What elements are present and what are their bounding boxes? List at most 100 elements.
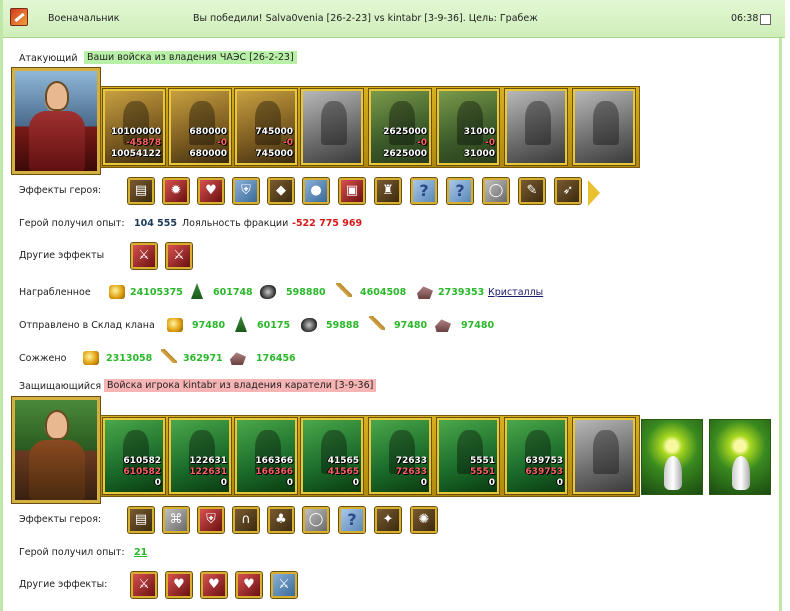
- fire-icon[interactable]: ✹: [162, 177, 190, 205]
- wood-icon: [235, 316, 247, 332]
- defender-tag: Войска игрока kintabr из владения карате…: [104, 379, 377, 392]
- attacker-army: 10100000 -45878 10054122 680000 -0 68000…: [100, 86, 640, 168]
- looted-wheat: 4604508: [360, 287, 407, 298]
- defender-other-label: Другие эффекты:: [19, 579, 108, 590]
- sent-gold: 97480: [192, 320, 226, 331]
- looted-crystal: 2739353: [438, 287, 485, 298]
- loyalty-label: Лояльность фракции: [182, 218, 289, 229]
- looted-label: Награбленное: [19, 287, 91, 298]
- battle-report-window: Военачальник Вы победили! Salva0venia [2…: [0, 0, 785, 611]
- helmet-icon[interactable]: ⌘: [162, 506, 190, 534]
- ring-icon[interactable]: ◯: [302, 506, 330, 534]
- sword-icon[interactable]: ⚔: [130, 571, 158, 599]
- sword-icon[interactable]: ⚔: [270, 571, 298, 599]
- mace-icon[interactable]: ✦: [374, 506, 402, 534]
- attacker-xp-label: Герой получил опыт:: [19, 218, 125, 229]
- crystals-link[interactable]: Кристаллы: [488, 287, 543, 298]
- defender-label: Защищающийся: [19, 381, 102, 392]
- wheat-icon: [161, 349, 177, 363]
- select-checkbox[interactable]: [760, 14, 771, 25]
- looted-ore: 598880: [286, 287, 326, 298]
- wheat-icon: [369, 316, 385, 330]
- scroll-icon[interactable]: ✎: [518, 177, 546, 205]
- heart-icon[interactable]: ♥: [165, 571, 193, 599]
- defender-troop-8[interactable]: [572, 417, 636, 495]
- sent-wood: 60175: [257, 320, 291, 331]
- question-icon[interactable]: ?: [410, 177, 438, 205]
- attacker-label: Атакующий: [19, 53, 78, 64]
- sword-icon[interactable]: ⚔: [165, 242, 193, 270]
- defender-troop-7[interactable]: 639753 639753 0: [504, 417, 568, 495]
- defender-army: 610582 610582 0 122631 122631 0 166366 1…: [100, 415, 640, 497]
- heart-icon[interactable]: ♥: [235, 571, 263, 599]
- lantern-icon[interactable]: ▣: [338, 177, 366, 205]
- attacker-troop-1[interactable]: 10100000 -45878 10054122: [102, 88, 166, 166]
- gem-icon[interactable]: ◆: [267, 177, 295, 205]
- looted-gold: 24105375: [130, 287, 183, 298]
- defender-effects-label: Эффекты героя:: [19, 514, 102, 525]
- battle-time: 06:38: [731, 13, 759, 24]
- attacker-effects-label: Эффекты героя:: [19, 185, 102, 196]
- sword-icon[interactable]: ⚔: [130, 242, 158, 270]
- attacker-troop-4[interactable]: [300, 88, 364, 166]
- wood-icon: [191, 283, 203, 299]
- ore-icon: [260, 285, 276, 299]
- defender-troop-2[interactable]: 122631 122631 0: [168, 417, 232, 495]
- attacker-troop-6[interactable]: 31000 -0 31000: [436, 88, 500, 166]
- book-icon[interactable]: ▤: [127, 506, 155, 534]
- gold-icon: [83, 351, 99, 365]
- question-icon[interactable]: ?: [446, 177, 474, 205]
- battle-summary: Вы победили! Salva0venia [26-2-23] vs ki…: [193, 13, 538, 24]
- ore-icon: [301, 318, 317, 332]
- ring-icon[interactable]: ◯: [482, 177, 510, 205]
- defender-xp-value: 21: [134, 547, 148, 558]
- armor-icon[interactable]: ♜: [374, 177, 402, 205]
- defense-tower-1[interactable]: [641, 419, 703, 495]
- crystal-icon: [435, 319, 451, 332]
- defender-troop-6[interactable]: 5551 5551 0: [436, 417, 500, 495]
- heart-icon[interactable]: ♥: [200, 571, 228, 599]
- heart-icon[interactable]: ♥: [197, 177, 225, 205]
- armor-icon[interactable]: ♣: [267, 506, 295, 534]
- defender-troop-3[interactable]: 166366 166366 0: [234, 417, 298, 495]
- book-icon[interactable]: ▤: [127, 177, 155, 205]
- crystal-icon: [417, 286, 433, 299]
- burned-crystal: 176456: [256, 353, 296, 364]
- boots-icon[interactable]: ∩: [232, 506, 260, 534]
- attacker-troop-5[interactable]: 2625000 -0 2625000: [368, 88, 432, 166]
- attacker-other-label: Другие эффекты: [19, 250, 105, 261]
- attacker-xp-value: 104 555: [134, 218, 177, 229]
- defender-troop-5[interactable]: 72633 72633 0: [368, 417, 432, 495]
- attacker-troop-8[interactable]: [572, 88, 636, 166]
- burned-wheat: 362971: [183, 353, 223, 364]
- sent-ore: 59888: [326, 320, 360, 331]
- defender-xp-label: Герой получил опыт:: [19, 547, 125, 558]
- amulet-icon[interactable]: ✺: [410, 506, 438, 534]
- attacker-troop-3[interactable]: 745000 -0 745000: [234, 88, 298, 166]
- attacker-troop-2[interactable]: 680000 -0 680000: [168, 88, 232, 166]
- crystal-icon: [230, 352, 246, 365]
- defender-hero-portrait[interactable]: [11, 396, 101, 504]
- report-type: Военачальник: [48, 13, 120, 24]
- question-icon[interactable]: ?: [338, 506, 366, 534]
- orb-icon[interactable]: ●: [302, 177, 330, 205]
- looted-wood: 601748: [213, 287, 253, 298]
- shield-icon[interactable]: ⛨: [197, 506, 225, 534]
- shield-icon[interactable]: ⛨: [232, 177, 260, 205]
- effects-next-arrow-icon[interactable]: [588, 180, 600, 206]
- attacker-troop-7[interactable]: [504, 88, 568, 166]
- defender-troop-4[interactable]: 41565 41565 0: [300, 417, 364, 495]
- battle-icon: [10, 8, 28, 26]
- gold-icon: [109, 285, 125, 299]
- defender-troop-1[interactable]: 610582 610582 0: [102, 417, 166, 495]
- sent-wheat: 97480: [394, 320, 428, 331]
- wheat-icon: [336, 283, 352, 297]
- burned-label: Сожжено: [19, 353, 67, 364]
- sent-crystal: 97480: [461, 320, 495, 331]
- bow-icon[interactable]: ➶: [554, 177, 582, 205]
- defense-tower-2[interactable]: [709, 419, 771, 495]
- burned-gold: 2313058: [106, 353, 153, 364]
- attacker-hero-portrait[interactable]: [11, 67, 101, 175]
- loyalty-value: -522 775 969: [292, 218, 363, 229]
- gold-icon: [167, 318, 183, 332]
